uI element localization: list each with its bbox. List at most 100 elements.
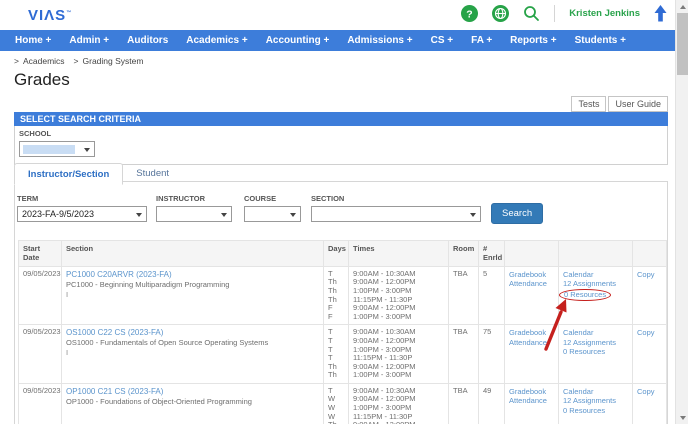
school-select[interactable] <box>19 141 95 157</box>
calendar-link[interactable]: Calendar <box>563 387 628 397</box>
section-select[interactable] <box>311 206 481 222</box>
gradebook-cell: Gradebook Attendance <box>504 324 559 384</box>
section-extra: I <box>66 289 69 299</box>
nav-item[interactable]: Reports + <box>501 30 565 51</box>
tests-button[interactable]: Tests <box>571 96 607 112</box>
section-filter: SECTION <box>311 194 481 222</box>
assignments-link[interactable]: 12 Assignments <box>563 338 628 348</box>
days-cell: T Th Th Th F F <box>323 265 349 326</box>
section-link[interactable]: PC1000 C20ARVR (2023-FA) <box>66 270 319 280</box>
main-nav: Home + Admin + Auditors Academics + Accounti… <box>0 30 675 51</box>
times-cell: 9:00AM - 10:30AM 9:00AM - 12:00PM 1:00PM -… <box>348 382 449 424</box>
top-bar: VIΛS™ ? Kristen Jenkins <box>0 0 675 30</box>
search-criteria-title: SELECT SEARCH CRITERIA <box>14 112 668 126</box>
table-row: 09/05/2023 OP1000 C21 CS (2023-FA) OP100… <box>18 382 667 424</box>
table-row: 09/05/2023 OS1000 C22 CS (2023-FA) OS100… <box>18 324 667 384</box>
search-button[interactable]: Search <box>491 203 544 224</box>
calendar-column-header <box>558 240 633 267</box>
search-icon[interactable] <box>523 5 540 22</box>
gradebook-link[interactable]: Gradebook <box>509 387 554 397</box>
gradebook-cell: Gradebook Attendance <box>504 265 559 326</box>
section-link[interactable]: OS1000 C22 CS (2023-FA) <box>66 328 319 338</box>
copy-cell: Copy <box>632 382 667 424</box>
calendar-link[interactable]: Calendar <box>563 328 628 338</box>
attendance-link[interactable]: Attendance <box>509 279 554 289</box>
grades-page: VIΛS™ ? Kristen Jenkins Home + Admin + Au <box>0 0 688 424</box>
section-cell: OP1000 C21 CS (2023-FA) OP1000 - Foundat… <box>61 382 324 424</box>
course-label: COURSE <box>244 194 277 203</box>
tab-instructor-section[interactable]: Instructor/Section <box>14 163 124 185</box>
user-arrow-icon[interactable] <box>654 5 667 22</box>
nav-item[interactable]: CS + <box>422 30 463 51</box>
calendar-link[interactable]: Calendar <box>563 270 628 280</box>
user-name[interactable]: Kristen Jenkins <box>569 8 640 19</box>
day-line: Th <box>328 370 337 380</box>
page-content: VIΛS™ ? Kristen Jenkins Home + Admin + Au <box>0 0 675 424</box>
attendance-link[interactable]: Attendance <box>509 396 554 406</box>
resources-link[interactable]: 0 Resources <box>559 288 612 302</box>
start-date-cell: 09/05/2023 <box>18 324 62 384</box>
nav-item[interactable]: Admissions + <box>338 30 421 51</box>
globe-icon[interactable] <box>492 5 510 22</box>
term-select-value: 2023-FA-9/5/2023 <box>22 209 95 219</box>
scrollbar-thumb[interactable] <box>677 13 688 75</box>
resources-link[interactable]: 0 Resources <box>563 406 628 416</box>
top-bar-actions: ? Kristen Jenkins <box>461 5 667 22</box>
copy-column-header <box>632 240 667 267</box>
copy-link[interactable]: Copy <box>637 387 662 397</box>
resources-link[interactable]: 0 Resources <box>563 347 628 357</box>
time-line: 1:00PM - 3:00PM <box>353 311 412 321</box>
room-cell: TBA <box>448 382 479 424</box>
instructor-select[interactable] <box>156 206 232 222</box>
section-link[interactable]: OP1000 C21 CS (2023-FA) <box>66 387 319 397</box>
section-description: OS1000 - Fundamentals of Open Source Ope… <box>66 338 269 348</box>
gradebook-link[interactable]: Gradebook <box>509 328 554 338</box>
start-date-cell: 09/05/2023 <box>18 265 62 326</box>
day-line: F <box>328 311 333 321</box>
room-cell: TBA <box>448 265 479 326</box>
sections-tbody: 09/05/2023 PC1000 C20ARVR (2023-FA) PC10… <box>18 265 667 424</box>
copy-link[interactable]: Copy <box>637 328 662 338</box>
help-icon[interactable]: ? <box>461 5 479 22</box>
instructor-filter: INSTRUCTOR <box>156 194 232 222</box>
nav-item[interactable]: Academics + <box>177 30 256 51</box>
copy-link[interactable]: Copy <box>637 270 662 280</box>
assignments-link[interactable]: 12 Assignments <box>563 279 628 289</box>
days-header: Days <box>323 240 349 267</box>
svg-text:?: ? <box>467 8 473 20</box>
gradebook-link[interactable]: Gradebook <box>509 270 554 280</box>
vertical-scrollbar[interactable] <box>675 0 688 424</box>
scrollbar-up-arrow[interactable] <box>676 0 688 13</box>
breadcrumb-item[interactable]: Grading System <box>83 56 144 66</box>
term-select[interactable]: 2023-FA-9/5/2023 <box>17 206 147 222</box>
school-label: SCHOOL <box>19 129 52 138</box>
section-description: PC1000 - Beginning Multiparadigm Program… <box>66 279 230 289</box>
times-cell: 9:00AM - 10:30AM 9:00AM - 12:00PM 1:00PM -… <box>348 324 449 384</box>
section-cell: OS1000 C22 CS (2023-FA) OS1000 - Fundame… <box>61 324 324 384</box>
room-cell: TBA <box>448 324 479 384</box>
view-tabs: Instructor/Section Student <box>14 163 182 185</box>
nav-item[interactable]: Auditors <box>118 30 177 51</box>
logo-trademark: ™ <box>66 10 73 16</box>
attendance-link[interactable]: Attendance <box>509 338 554 348</box>
course-select[interactable] <box>244 206 301 222</box>
section-cell: PC1000 C20ARVR (2023-FA) PC1000 - Beginn… <box>61 265 324 326</box>
term-label: TERM <box>17 194 39 203</box>
breadcrumb-item[interactable]: Academics <box>23 56 65 66</box>
nav-item[interactable]: FA + <box>462 30 501 51</box>
nav-item[interactable]: Admin + <box>60 30 118 51</box>
instructor-section-panel: TERM 2023-FA-9/5/2023 INSTRUCTOR COURSE … <box>14 181 668 424</box>
tab-student[interactable]: Student <box>123 163 182 185</box>
nav-item[interactable]: Students + <box>566 30 635 51</box>
table-row: 09/05/2023 PC1000 C20ARVR (2023-FA) PC10… <box>18 265 667 351</box>
days-cell: TWWWThTh <box>323 382 349 424</box>
gradebook-column-header <box>504 240 559 267</box>
nav-item[interactable]: Accounting + <box>257 30 339 51</box>
logo-text: VIΛS <box>28 7 67 24</box>
section-extra: I <box>66 348 69 358</box>
scrollbar-down-arrow[interactable] <box>676 411 688 424</box>
section-description: OP1000 - Foundations of Object-Oriented … <box>66 396 252 406</box>
assignments-link[interactable]: 12 Assignments <box>563 396 628 406</box>
user-guide-button[interactable]: User Guide <box>608 96 668 112</box>
nav-item[interactable]: Home + <box>6 30 60 51</box>
